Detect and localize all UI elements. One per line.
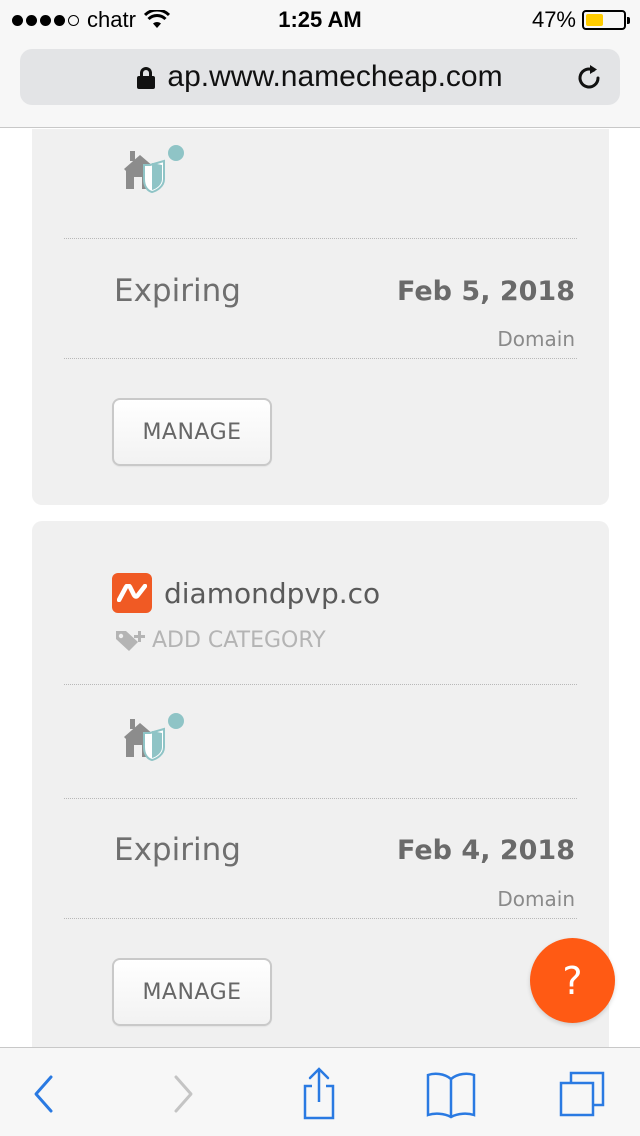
battery-icon xyxy=(582,10,630,30)
namecheap-logo-icon xyxy=(112,573,152,613)
shield-house-icon xyxy=(124,713,184,761)
status-bar: chatr 1:25 AM 47% xyxy=(0,0,640,40)
lock-icon xyxy=(137,67,156,89)
expiring-label: Expiring xyxy=(114,273,241,309)
battery-fill xyxy=(586,14,603,26)
domain-card: Expiring Feb 5, 2018 Domain MANAGE xyxy=(32,129,609,505)
expiring-label: Expiring xyxy=(114,832,241,868)
browser-address-area: ap.www.namecheap.com xyxy=(0,40,640,128)
url-text: ap.www.namecheap.com xyxy=(167,60,503,93)
share-icon xyxy=(303,1067,335,1120)
forward-button[interactable] xyxy=(153,1066,213,1122)
manage-button[interactable]: MANAGE xyxy=(112,958,272,1026)
share-button[interactable] xyxy=(289,1066,349,1122)
domain-row: diamondpvp.co xyxy=(112,573,380,613)
add-category-link[interactable]: ADD CATEGORY xyxy=(114,627,326,653)
add-category-label: ADD CATEGORY xyxy=(152,627,326,653)
expiry-date: Feb 5, 2018 xyxy=(397,276,575,307)
expiry-type: Domain xyxy=(497,887,575,911)
forward-icon xyxy=(174,1075,193,1113)
battery-percent: 47% xyxy=(531,7,576,32)
status-left: chatr xyxy=(12,7,170,33)
divider xyxy=(64,358,577,359)
shield-house-icon xyxy=(124,145,184,193)
address-bar[interactable]: ap.www.namecheap.com xyxy=(20,49,620,105)
bookmarks-icon xyxy=(426,1072,476,1119)
manage-button[interactable]: MANAGE xyxy=(112,398,272,466)
expiry-date: Feb 4, 2018 xyxy=(397,835,575,866)
divider xyxy=(64,798,577,799)
domain-card: diamondpvp.co ADD CATEGORY Expiring Feb … xyxy=(32,521,609,1047)
tag-plus-icon xyxy=(116,631,145,651)
expiry-type: Domain xyxy=(497,327,575,351)
divider xyxy=(64,684,577,685)
back-icon xyxy=(34,1075,53,1113)
carrier-name: chatr xyxy=(87,7,136,32)
status-right: 47% xyxy=(531,7,630,33)
bookmarks-button[interactable] xyxy=(421,1066,481,1122)
divider xyxy=(64,918,577,919)
signal-strength-icon xyxy=(12,14,79,26)
help-button[interactable]: ? xyxy=(530,938,615,1023)
back-button[interactable] xyxy=(14,1066,74,1122)
divider xyxy=(64,238,577,239)
browser-toolbar xyxy=(0,1047,640,1136)
wifi-icon xyxy=(143,10,170,28)
page-content: Expiring Feb 5, 2018 Domain MANAGE diamo… xyxy=(0,129,640,1047)
domain-name[interactable]: diamondpvp.co xyxy=(164,577,380,610)
tabs-icon xyxy=(559,1071,605,1117)
tabs-button[interactable] xyxy=(552,1066,612,1122)
reload-icon[interactable] xyxy=(574,63,604,93)
